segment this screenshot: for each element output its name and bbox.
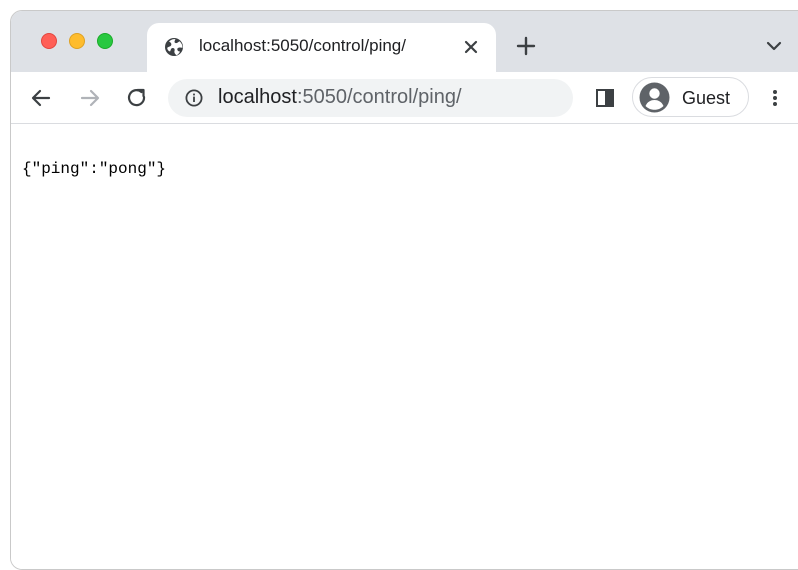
close-icon[interactable] bbox=[460, 36, 482, 58]
profile-label: Guest bbox=[682, 88, 731, 108]
info-icon[interactable] bbox=[185, 89, 203, 107]
account-circle-icon bbox=[639, 82, 670, 113]
window-minimize-button[interactable] bbox=[69, 33, 85, 49]
url-host: localhost bbox=[218, 86, 297, 108]
tab-active[interactable]: localhost:5050/control/ping/ bbox=[147, 23, 496, 72]
globe-icon bbox=[164, 37, 184, 57]
tab-strip: localhost:5050/control/ping/ bbox=[11, 11, 798, 72]
window-zoom-button[interactable] bbox=[97, 33, 113, 49]
json-response: {"ping":"pong"} bbox=[22, 160, 167, 178]
address-bar[interactable]: localhost:5050/control/ping/ bbox=[168, 79, 573, 117]
browser-window: localhost:5050/control/ping/ localhost:5… bbox=[10, 10, 798, 570]
tab-title: localhost:5050/control/ping/ bbox=[199, 36, 406, 55]
arrow-left-icon[interactable] bbox=[28, 85, 54, 111]
reload-icon[interactable] bbox=[124, 85, 150, 111]
url-text: localhost:5050/control/ping/ bbox=[218, 86, 462, 109]
toolbar: localhost:5050/control/ping/ Guest bbox=[11, 72, 798, 124]
profile-button[interactable]: Guest bbox=[632, 77, 749, 117]
page-content: {"ping":"pong"} bbox=[11, 125, 798, 569]
url-path: :5050/control/ping/ bbox=[296, 86, 462, 108]
arrow-right-icon[interactable] bbox=[77, 85, 103, 111]
plus-icon[interactable] bbox=[514, 34, 538, 58]
side-panel-icon[interactable] bbox=[595, 88, 615, 108]
chevron-down-icon[interactable] bbox=[765, 37, 783, 55]
more-vert-icon[interactable] bbox=[765, 86, 785, 110]
window-close-button[interactable] bbox=[41, 33, 57, 49]
